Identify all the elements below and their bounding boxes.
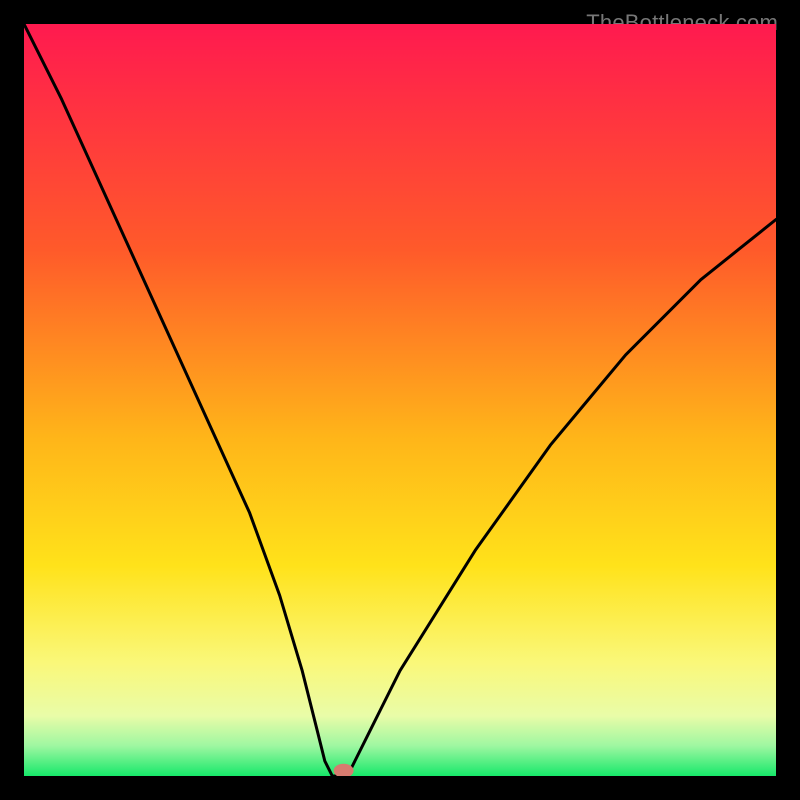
gradient-background: [24, 24, 776, 776]
plot-svg: [24, 24, 776, 776]
plot-area: [24, 24, 776, 776]
chart-frame: TheBottleneck.com: [10, 10, 790, 790]
